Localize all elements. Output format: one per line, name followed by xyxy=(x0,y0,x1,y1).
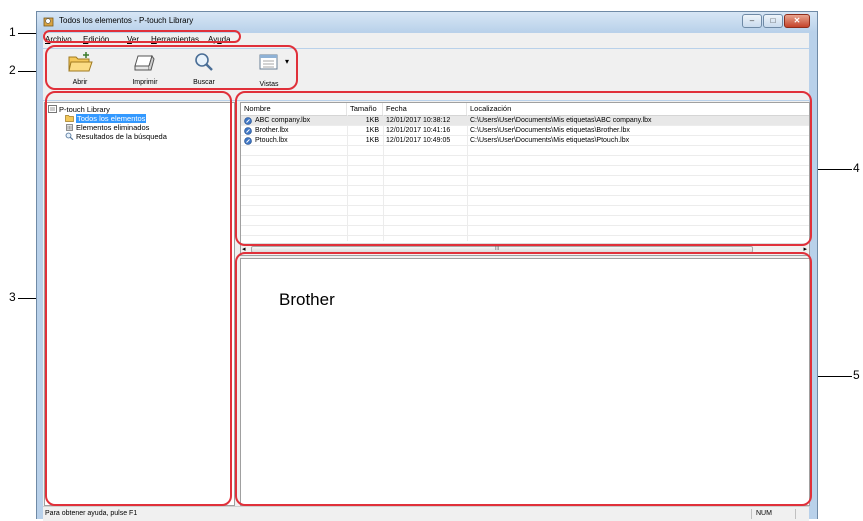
callout-4: 4 xyxy=(853,161,860,175)
callout-5-line xyxy=(812,376,852,377)
callout-ring-preview xyxy=(235,252,812,506)
minimize-button[interactable]: – xyxy=(742,14,762,28)
callout-ring-tree xyxy=(45,91,232,506)
window-title: Todos los elementos - P-touch Library xyxy=(59,16,194,25)
callout-4-line xyxy=(812,169,852,170)
callout-ring-list xyxy=(235,91,812,246)
status-num-lock: NUM xyxy=(751,509,794,519)
callout-ring-menubar xyxy=(43,30,241,43)
callout-5: 5 xyxy=(853,368,860,382)
close-button[interactable]: ✕ xyxy=(784,14,810,28)
title-bar[interactable]: Todos los elementos - P-touch Library – … xyxy=(37,12,817,32)
callout-3: 3 xyxy=(9,290,16,304)
status-help-text: Para obtener ayuda, pulse F1 xyxy=(45,510,138,517)
callout-1: 1 xyxy=(9,25,16,39)
ptouch-library-icon xyxy=(43,17,54,27)
callout-ring-toolbar xyxy=(45,45,298,90)
status-empty-panel xyxy=(795,509,808,519)
callout-2: 2 xyxy=(9,63,16,77)
maximize-button[interactable]: □ xyxy=(763,14,783,28)
